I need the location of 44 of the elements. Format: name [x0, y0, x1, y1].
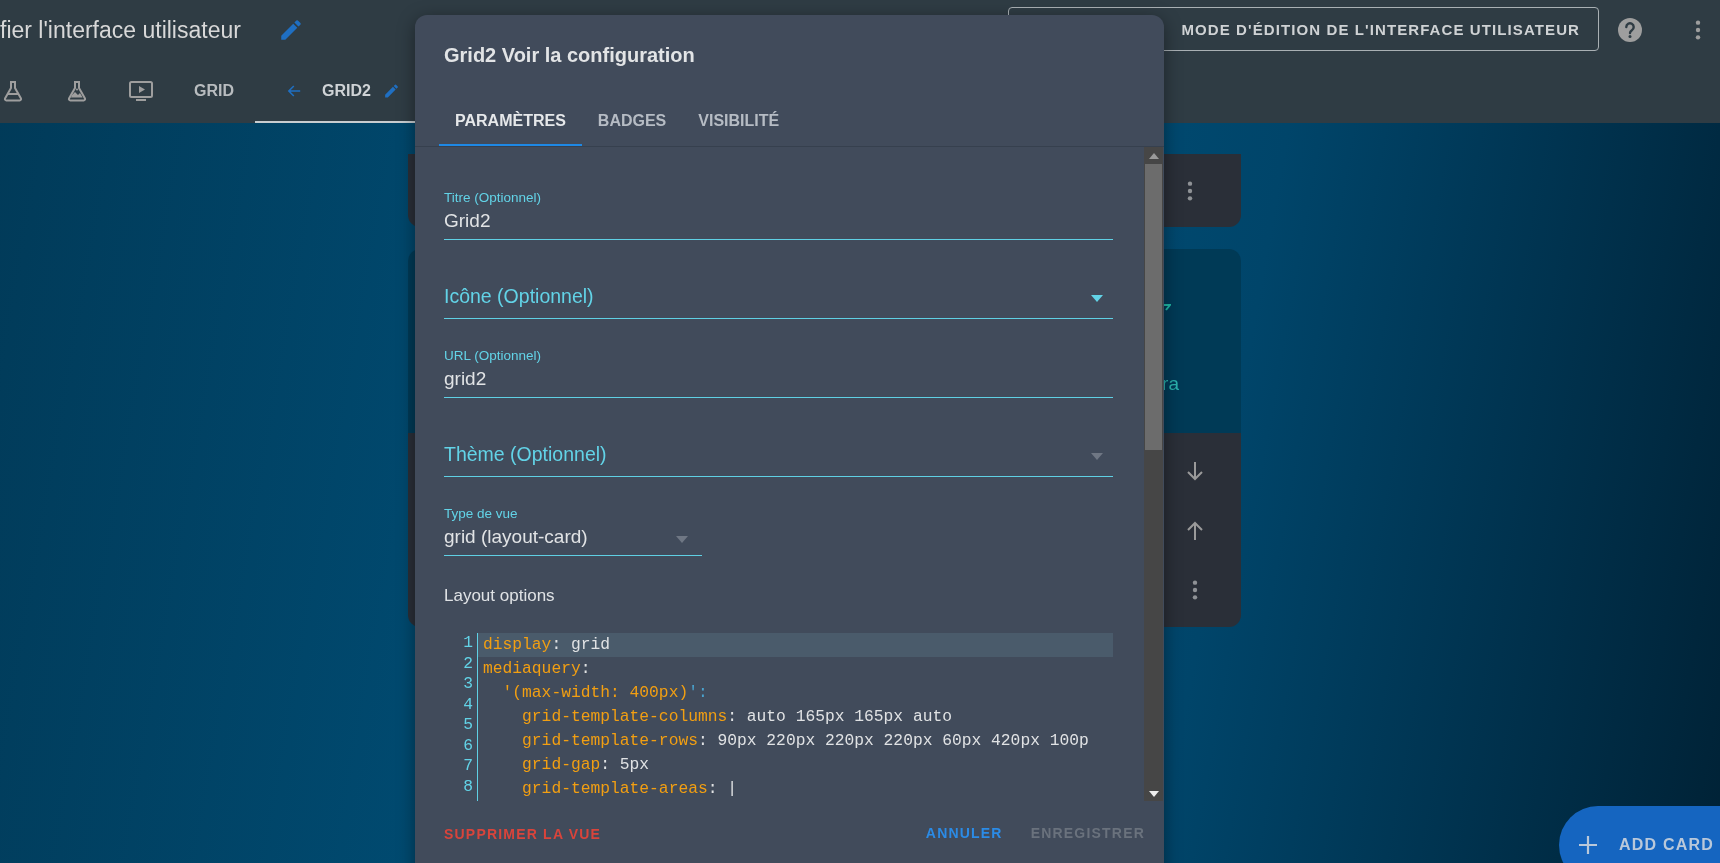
line-number: 5 [463, 715, 473, 736]
code-line: grid-template-columns: auto 165px 165px auto [521, 707, 952, 726]
line-number: 3 [463, 674, 473, 695]
dialog-tab[interactable]: BADGES [581, 98, 683, 146]
caret-icon [676, 536, 688, 543]
section-label: Layout options [444, 585, 556, 607]
line-number: 4 [463, 694, 473, 715]
dialog-tab[interactable]: VISIBILITÉ [682, 98, 796, 146]
code-line: '(max-width: 400px)': [501, 683, 708, 702]
view-tab[interactable]: GRID [194, 81, 234, 100]
scroll-up-icon[interactable] [1148, 153, 1159, 159]
dialog-tab[interactable]: PARAMÈTRES [439, 98, 582, 146]
line-number: 2 [463, 653, 473, 674]
line-number: 6 [463, 735, 473, 756]
line-number: 8 [463, 776, 473, 797]
view-type-dropdown[interactable]: Type de vue grid (layout-card) [444, 493, 702, 556]
plus-icon [1578, 835, 1598, 855]
caret-icon [1091, 453, 1103, 460]
code-line: display: grid [483, 635, 611, 654]
line-number: 1 [463, 633, 473, 654]
page-title: fier l'interface utilisateur [0, 16, 241, 44]
flask-icon [65, 78, 89, 103]
flask-icon [1, 78, 25, 103]
more-menu-icon[interactable] [1694, 19, 1702, 41]
select-field[interactable]: Thème (Optionnel) [444, 414, 1113, 477]
more-menu-icon[interactable] [1186, 179, 1194, 202]
scrollbar[interactable] [1144, 147, 1163, 801]
code-line: grid-template-rows: 90px 220px 220px 220px 60px 420px 100p [521, 731, 1089, 750]
add-card-button[interactable]: ADD CARD [1559, 806, 1720, 863]
code-line: grid-template-areas: | [521, 779, 738, 798]
text-field[interactable]: Titre (Optionnel) Grid2 [444, 177, 1113, 240]
caret-icon [1091, 295, 1103, 302]
code-line: grid-gap: 5px [521, 755, 650, 774]
more-menu-icon[interactable] [1191, 579, 1199, 601]
play-screen-icon [128, 78, 154, 103]
scroll-down-icon[interactable] [1148, 791, 1159, 797]
code-line: mediaquery: [483, 659, 591, 678]
scrollbar-thumb[interactable] [1145, 164, 1162, 450]
line-number: 7 [463, 756, 473, 777]
text-field[interactable]: URL (Optionnel) grid2 [444, 335, 1113, 398]
select-field[interactable]: Icône (Optionnel) [444, 256, 1113, 319]
help-icon[interactable] [1617, 17, 1643, 43]
dialog-title: Grid2 Voir la configuration [443, 43, 696, 68]
view-tab[interactable]: GRID2 [322, 81, 371, 100]
